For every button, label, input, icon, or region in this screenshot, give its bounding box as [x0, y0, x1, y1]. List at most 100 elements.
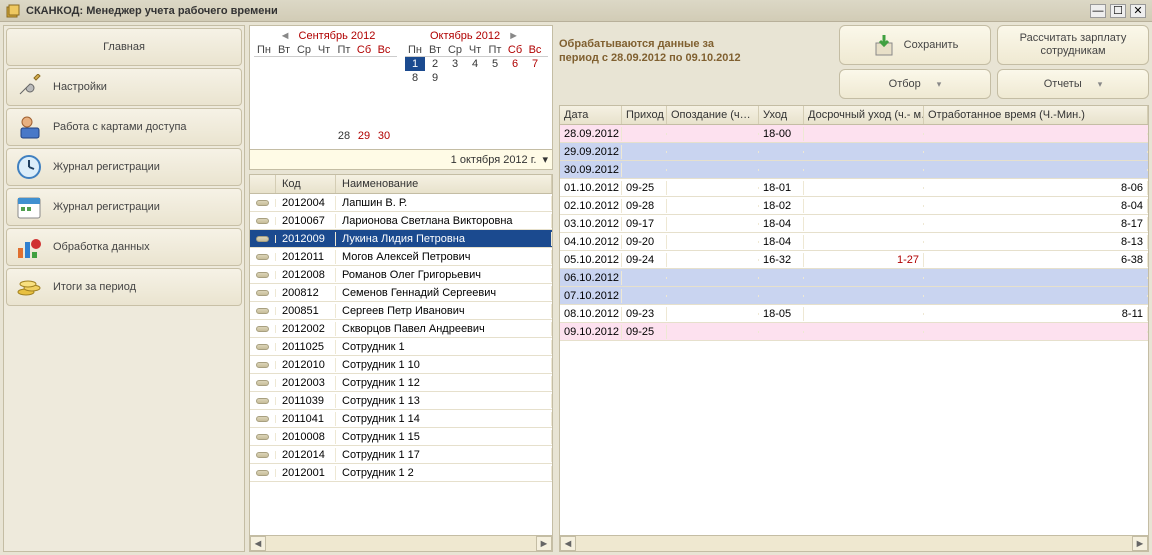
time-row[interactable]: 07.10.2012 [560, 287, 1148, 305]
employee-row[interactable]: 2012004Лапшин В. Р. [250, 194, 552, 212]
time-row[interactable]: 05.10.201209-2416-321-276-38 [560, 251, 1148, 269]
calendar-day[interactable] [465, 71, 485, 85]
sidebar-label: Журнал регистрации [53, 161, 160, 173]
col-in[interactable]: Приход [622, 106, 667, 124]
employee-row[interactable]: 2010067Ларионова Светлана Викторовна [250, 212, 552, 230]
employee-row[interactable]: 2012001Сотрудник 1 2 [250, 464, 552, 482]
h-scrollbar[interactable]: ◄ ► [250, 535, 552, 551]
employee-row[interactable]: 2011041Сотрудник 1 14 [250, 410, 552, 428]
sidebar-item-journal[interactable]: Журнал регистрации [6, 148, 242, 186]
employee-row[interactable]: 2012009Лукина Лидия Петровна [250, 230, 552, 248]
col-name[interactable]: Наименование [336, 175, 552, 193]
scroll-right-icon[interactable]: ► [536, 536, 552, 551]
sidebar-label: Настройки [53, 81, 107, 93]
col-code[interactable]: Код [276, 175, 336, 193]
calendar-day[interactable]: 2 [425, 57, 445, 71]
col-early[interactable]: Досрочный уход (ч.- м… [804, 106, 924, 124]
minimize-button[interactable]: — [1090, 4, 1106, 18]
calendar-day[interactable] [254, 129, 274, 143]
scroll-left-icon[interactable]: ◄ [560, 536, 576, 551]
col-worked[interactable]: Отработанное время (Ч.-Мин.) [924, 106, 1148, 124]
employee-row[interactable]: 2012011Могов Алексей Петрович [250, 248, 552, 266]
employee-row[interactable]: 200851Сергеев Петр Иванович [250, 302, 552, 320]
row-marker-icon [256, 290, 269, 296]
calendar-day[interactable]: 28 [334, 129, 354, 143]
calendar-day[interactable]: 5 [485, 57, 505, 71]
calendar-day[interactable]: 4 [465, 57, 485, 71]
row-marker-icon [256, 308, 269, 314]
sidebar-item-main[interactable]: Главная [6, 28, 242, 66]
time-row[interactable]: 29.09.2012 [560, 143, 1148, 161]
sidebar-item-settings[interactable]: Настройки [6, 68, 242, 106]
sidebar-item-calendar[interactable]: Журнал регистрации Журнал регистрации [6, 188, 242, 226]
employee-row[interactable]: 200812Семенов Геннадий Сергеевич [250, 284, 552, 302]
time-row[interactable]: 30.09.2012 [560, 161, 1148, 179]
col-out[interactable]: Уход [759, 106, 804, 124]
h-scrollbar[interactable]: ◄ ► [560, 535, 1148, 551]
close-button[interactable]: ✕ [1130, 4, 1146, 18]
save-button[interactable]: Сохранить [839, 25, 991, 65]
employee-list: Код Наименование 2012004Лапшин В. Р.2010… [249, 174, 553, 552]
calendar-current-month: Октябрь 2012► ПнВтСрЧтПтСбВс 123456789 [405, 30, 548, 147]
time-row[interactable]: 01.10.201209-2518-018-06 [560, 179, 1148, 197]
employee-row[interactable]: 2011039Сотрудник 1 13 [250, 392, 552, 410]
calendar-day[interactable]: 9 [425, 71, 445, 85]
calendar-day[interactable]: 29 [354, 129, 374, 143]
time-table: Дата Приход Опоздание (ч… Уход Досрочный… [559, 105, 1149, 552]
calendar-day[interactable]: 30 [374, 129, 394, 143]
employee-row[interactable]: 2010008Сотрудник 1 15 [250, 428, 552, 446]
reports-button[interactable]: Отчеты [997, 69, 1149, 99]
sidebar-label: Журнал регистрации [53, 201, 160, 213]
scroll-right-icon[interactable]: ► [1132, 536, 1148, 551]
row-marker-icon [256, 254, 269, 260]
date-selector[interactable]: 1 октября 2012 г. ▾ [249, 150, 553, 170]
scroll-left-icon[interactable]: ◄ [250, 536, 266, 551]
button-label: Сохранить [904, 39, 959, 51]
calendar-day[interactable] [314, 129, 334, 143]
calendar-day[interactable] [274, 129, 294, 143]
calendar-day[interactable]: 7 [525, 57, 545, 71]
time-row[interactable]: 08.10.201209-2318-058-11 [560, 305, 1148, 323]
calendar-day[interactable]: 1 [405, 57, 425, 71]
calendar-day[interactable]: 8 [405, 71, 425, 85]
row-marker-icon [256, 272, 269, 278]
time-row[interactable]: 02.10.201209-2818-028-04 [560, 197, 1148, 215]
sidebar-item-processing[interactable]: Обработка данных [6, 228, 242, 266]
time-row[interactable]: 09.10.201209-25 [560, 323, 1148, 341]
calendar-day[interactable]: 6 [505, 57, 525, 71]
employee-row[interactable]: 2012003Сотрудник 1 12 [250, 374, 552, 392]
employee-row[interactable]: 2011025Сотрудник 1 [250, 338, 552, 356]
filter-button[interactable]: Отбор [839, 69, 991, 99]
employee-row[interactable]: 2012002Скворцов Павел Андреевич [250, 320, 552, 338]
sidebar-item-totals[interactable]: Итоги за период [6, 268, 242, 306]
calendar-icon [15, 193, 43, 221]
button-label: Отбор [889, 78, 921, 90]
calendar-day[interactable] [485, 71, 505, 85]
employee-header: Код Наименование [250, 175, 552, 194]
chevron-down-icon[interactable]: ▾ [542, 153, 548, 166]
employee-row[interactable]: 2012014Сотрудник 1 17 [250, 446, 552, 464]
sidebar-item-cards[interactable]: Работа с картами доступа [6, 108, 242, 146]
employee-row[interactable]: 2012010Сотрудник 1 10 [250, 356, 552, 374]
time-row[interactable]: 28.09.201218-00 [560, 125, 1148, 143]
cal-prev-icon[interactable]: ◄ [276, 30, 295, 42]
calendar-prev-month: ◄Сентябрь 2012 ПнВтСрЧтПтСбВс 282930 [254, 30, 397, 147]
row-marker-icon [256, 398, 269, 404]
calendar-day[interactable] [445, 71, 465, 85]
calendar-day[interactable]: 3 [445, 57, 465, 71]
sidebar-label: Главная [103, 41, 145, 53]
maximize-button[interactable]: ☐ [1110, 4, 1126, 18]
calendar-day[interactable] [505, 71, 525, 85]
calendar-day[interactable] [525, 71, 545, 85]
calendar-day[interactable] [294, 129, 314, 143]
calculate-salary-button[interactable]: Рассчитать зарплату сотрудникам [997, 25, 1149, 65]
sidebar: Главная Настройки Работа с картами досту… [3, 25, 245, 552]
time-header: Дата Приход Опоздание (ч… Уход Досрочный… [560, 106, 1148, 125]
employee-row[interactable]: 2012008Романов Олег Григорьевич [250, 266, 552, 284]
col-late[interactable]: Опоздание (ч… [667, 106, 759, 124]
time-row[interactable]: 06.10.2012 [560, 269, 1148, 287]
time-row[interactable]: 03.10.201209-1718-048-17 [560, 215, 1148, 233]
cal-next-icon[interactable]: ► [504, 30, 523, 42]
time-row[interactable]: 04.10.201209-2018-048-13 [560, 233, 1148, 251]
col-date[interactable]: Дата [560, 106, 622, 124]
